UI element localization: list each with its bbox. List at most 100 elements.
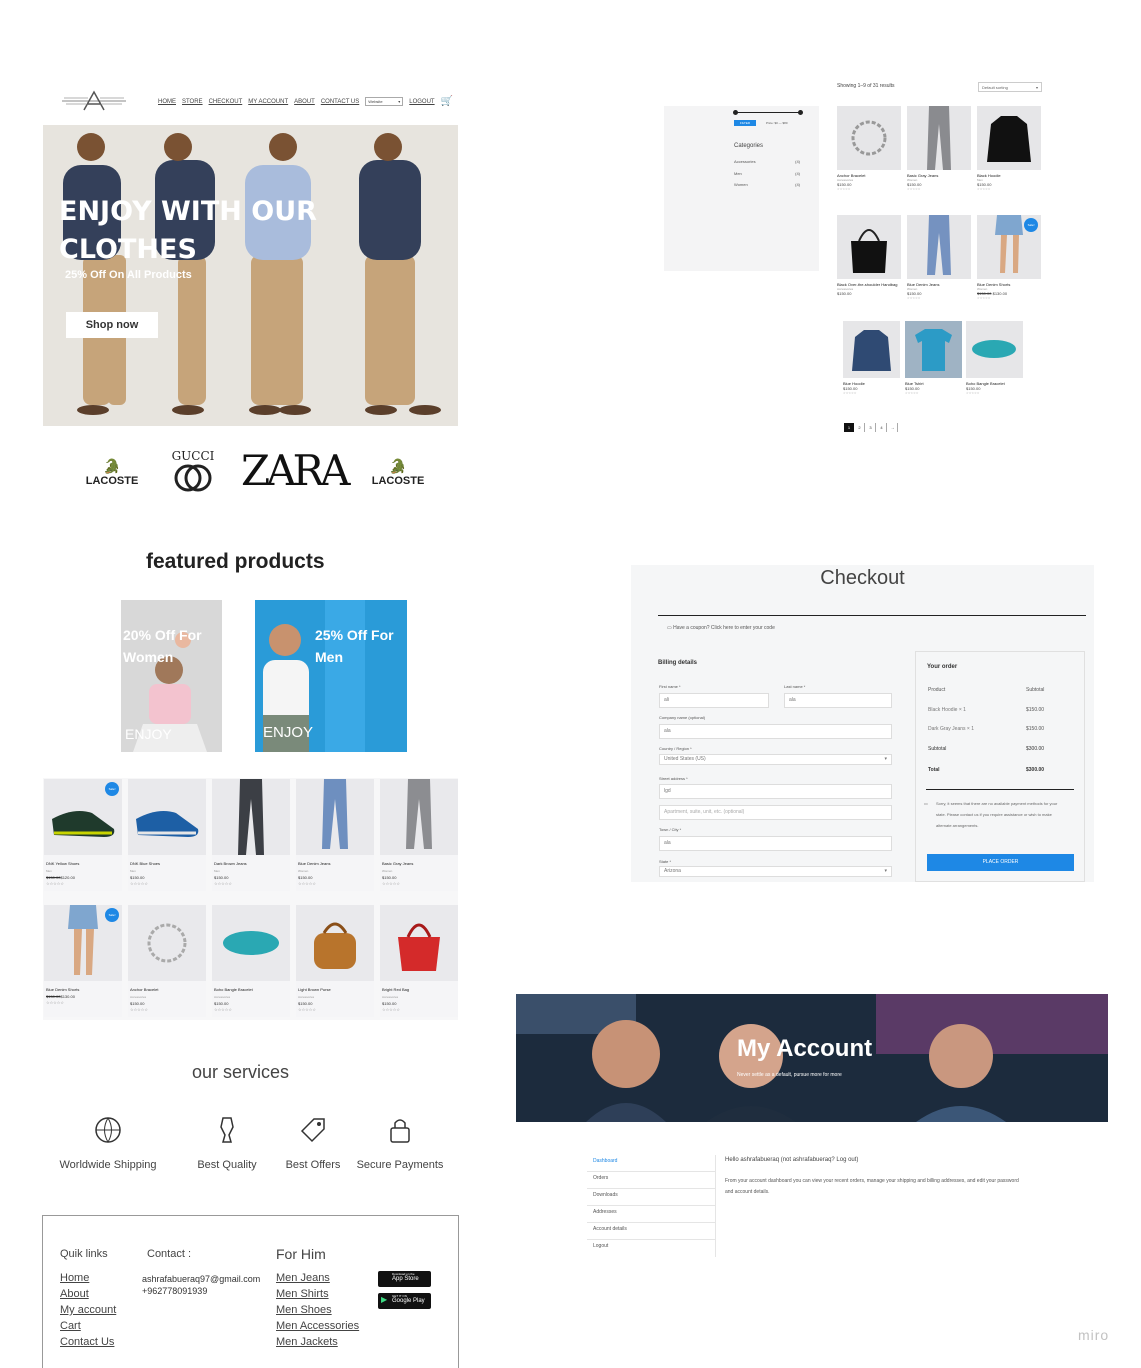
nav-logout[interactable]: LOGOUT: [409, 99, 434, 105]
main-nav: HOME STORE CHECKOUT MY ACCOUNT ABOUT CON…: [158, 96, 453, 107]
account-subtitle: Never settle as a default, pursue more f…: [737, 1072, 842, 1078]
product-card[interactable]: Boho Bangle Bracelet Accessories $150.00 ☆☆…: [212, 905, 290, 1017]
footer-link-men-shoes[interactable]: Men Shoes: [276, 1302, 359, 1318]
shop-product[interactable]: Blue Hoodie $150.00 ☆☆☆☆☆: [843, 321, 900, 395]
apartment-input[interactable]: Apartment, suite, unit, etc. (optional): [659, 805, 892, 820]
last-name-input[interactable]: ala: [784, 693, 892, 708]
jeans-image: [406, 779, 432, 849]
page-1[interactable]: 1: [844, 423, 854, 432]
google-play-badge[interactable]: ▶ GET IT ON Google Play: [378, 1293, 431, 1309]
order-divider: [926, 789, 1074, 790]
product-card[interactable]: Light Brown Purse Accessories $150.00 ☆☆☆☆☆: [296, 905, 374, 1017]
rating-stars: ☆☆☆☆☆: [214, 881, 232, 886]
footer-link-men-jackets[interactable]: Men Jackets: [276, 1334, 359, 1350]
home-logo[interactable]: [60, 90, 128, 112]
nav-contact[interactable]: CONTACT US: [321, 99, 359, 105]
shop-product[interactable]: Blue Denim Jeans Women $150.00 ☆☆☆☆☆: [907, 215, 971, 300]
page-4[interactable]: 4: [877, 423, 887, 432]
promo-men-card[interactable]: 25% Off For Men ENJOY: [255, 600, 407, 752]
payment-notice: ▭ Sorry, it seems that there are no avail…: [924, 798, 1066, 831]
filter-button[interactable]: FILTER: [734, 120, 756, 126]
account-description: From your account dashboard you can view…: [725, 1178, 1019, 1195]
sale-badge: Sale!: [105, 908, 119, 922]
checkout-page: Checkout ▭ Have a coupon? Click here to …: [631, 565, 1094, 882]
nav-about[interactable]: ABOUT: [294, 99, 315, 105]
footer-link-home[interactable]: Home: [60, 1270, 116, 1286]
price-slider[interactable]: [735, 112, 801, 113]
category-item[interactable]: Women (4): [734, 182, 800, 187]
coupon-notice[interactable]: ▭ Have a coupon? Click here to enter you…: [667, 625, 775, 631]
product-card[interactable]: Dark Brown Jeans Men $150.00 ☆☆☆☆☆: [212, 779, 290, 891]
cart-icon[interactable]: 🛒: [441, 96, 453, 107]
shop-product[interactable]: Black Over-the-shoulder Handbag Accessori…: [837, 215, 901, 296]
account-menu-addresses[interactable]: Addresses: [587, 1206, 715, 1223]
promo-women-enjoy: ENJOY: [125, 726, 172, 742]
for-him-title: For Him: [276, 1246, 326, 1262]
slider-handle-max[interactable]: [798, 110, 803, 115]
results-count: Showing 1–9 of 31 results: [837, 83, 895, 89]
currency-select[interactable]: Website ▾: [365, 97, 404, 106]
shop-product[interactable]: Blue Tshirt $150.00 ☆☆☆☆☆: [905, 321, 962, 395]
shop-product[interactable]: Anchor Bracelet Accessories $150.00 ☆☆☆☆☆: [837, 106, 901, 191]
nav-my-account[interactable]: MY ACCOUNT: [248, 99, 288, 105]
nav-checkout[interactable]: CHECKOUT: [209, 99, 243, 105]
state-select[interactable]: Arizona ▾: [659, 866, 892, 877]
category-item[interactable]: Men (4): [734, 171, 800, 176]
account-menu-logout[interactable]: Logout: [587, 1240, 715, 1257]
slider-handle-min[interactable]: [733, 110, 738, 115]
shoe-image: [136, 811, 199, 837]
account-hero: My Account Never settle as a default, pu…: [516, 994, 1108, 1122]
tshirt-image: [915, 329, 952, 371]
pagination: 1 2 3 4 →: [844, 423, 898, 432]
page-2[interactable]: 2: [855, 423, 865, 432]
globe-icon: [95, 1117, 121, 1143]
street-input[interactable]: lgd: [659, 784, 892, 799]
country-select[interactable]: United States (US) ▾: [659, 754, 892, 765]
page-3[interactable]: 3: [866, 423, 876, 432]
first-name-input[interactable]: ali: [659, 693, 769, 708]
footer-link-cart[interactable]: Cart: [60, 1318, 116, 1334]
shop-product[interactable]: Boho Bangle Bracelet $150.00 ☆☆☆☆☆: [966, 321, 1023, 395]
product-card[interactable]: Sale! DNK Yellow Shoes Men $150.00$120.00 ☆☆…: [44, 779, 122, 891]
shop-now-button[interactable]: Shop now: [66, 312, 158, 338]
company-input[interactable]: ala: [659, 724, 892, 739]
footer-link-men-accessories[interactable]: Men Accessories: [276, 1318, 359, 1334]
sort-select[interactable]: Default sorting ▾: [978, 82, 1042, 92]
account-menu-downloads[interactable]: Downloads: [587, 1189, 715, 1206]
account-menu-details[interactable]: Account details: [587, 1223, 715, 1240]
sale-badge: Sale!: [1024, 218, 1038, 232]
footer-link-account[interactable]: My account: [60, 1302, 116, 1318]
category-item[interactable]: Accessories (4): [734, 159, 800, 164]
product-card[interactable]: Blue Denim Jeans Women $150.00 ☆☆☆☆☆: [296, 779, 374, 891]
promo-women-text: 20% Off For Women: [123, 627, 202, 665]
logo-icon: [62, 90, 126, 111]
product-card[interactable]: Bright Red Bag Accessories $150.00 ☆☆☆☆☆: [380, 905, 458, 1017]
town-input[interactable]: ala: [659, 836, 892, 851]
product-card[interactable]: Basic Gray Jeans Women $150.00 ☆☆☆☆☆: [380, 779, 458, 891]
for-him-links: Men Jeans Men Shirts Men Shoes Men Acces…: [276, 1270, 359, 1350]
promo-women-card[interactable]: 20% Off For Women ENJOY: [121, 600, 222, 752]
next-page-icon[interactable]: →: [888, 423, 898, 432]
footer-link-men-shirts[interactable]: Men Shirts: [276, 1286, 359, 1302]
product-card[interactable]: DNK Blue Shoes Men $150.00 ☆☆☆☆☆: [128, 779, 206, 891]
product-card[interactable]: Anchor Bracelet Accessories $150.00 ☆☆☆☆☆: [128, 905, 206, 1017]
order-summary: Your order Product Subtotal Black Hoodie…: [915, 651, 1085, 882]
nav-store[interactable]: STORE: [182, 99, 203, 105]
nav-home[interactable]: HOME: [158, 99, 176, 105]
shop-product[interactable]: Black Hoodie Men $150.00 ☆☆☆☆☆: [977, 106, 1041, 191]
footer-link-about[interactable]: About: [60, 1286, 116, 1302]
product-card[interactable]: Sale! Blue Denim Shorts $150.00$130.00 ☆☆☆☆…: [44, 905, 122, 1017]
shop-product[interactable]: Basic Gray Jeans Women $150.00 ☆☆☆☆☆: [907, 106, 971, 191]
chevron-down-icon: ▾: [884, 868, 887, 874]
place-order-button[interactable]: PLACE ORDER: [927, 854, 1074, 871]
footer: Quik links Home About My account Cart Co…: [42, 1215, 459, 1368]
footer-link-contact[interactable]: Contact Us: [60, 1334, 116, 1350]
play-icon: ▶: [381, 1295, 388, 1304]
account-menu-orders[interactable]: Orders: [587, 1172, 715, 1189]
app-store-badge[interactable]: Download on the App Store: [378, 1271, 431, 1287]
brand-lacoste-2: 🐊 LACOSTE: [368, 458, 428, 487]
footer-link-men-jeans[interactable]: Men Jeans: [276, 1270, 359, 1286]
handbag-image: [851, 229, 887, 273]
account-menu-dashboard[interactable]: Dashboard: [587, 1155, 715, 1172]
shop-product[interactable]: Sale! Blue Denim Shorts Women $150.00 $130.…: [977, 215, 1041, 300]
